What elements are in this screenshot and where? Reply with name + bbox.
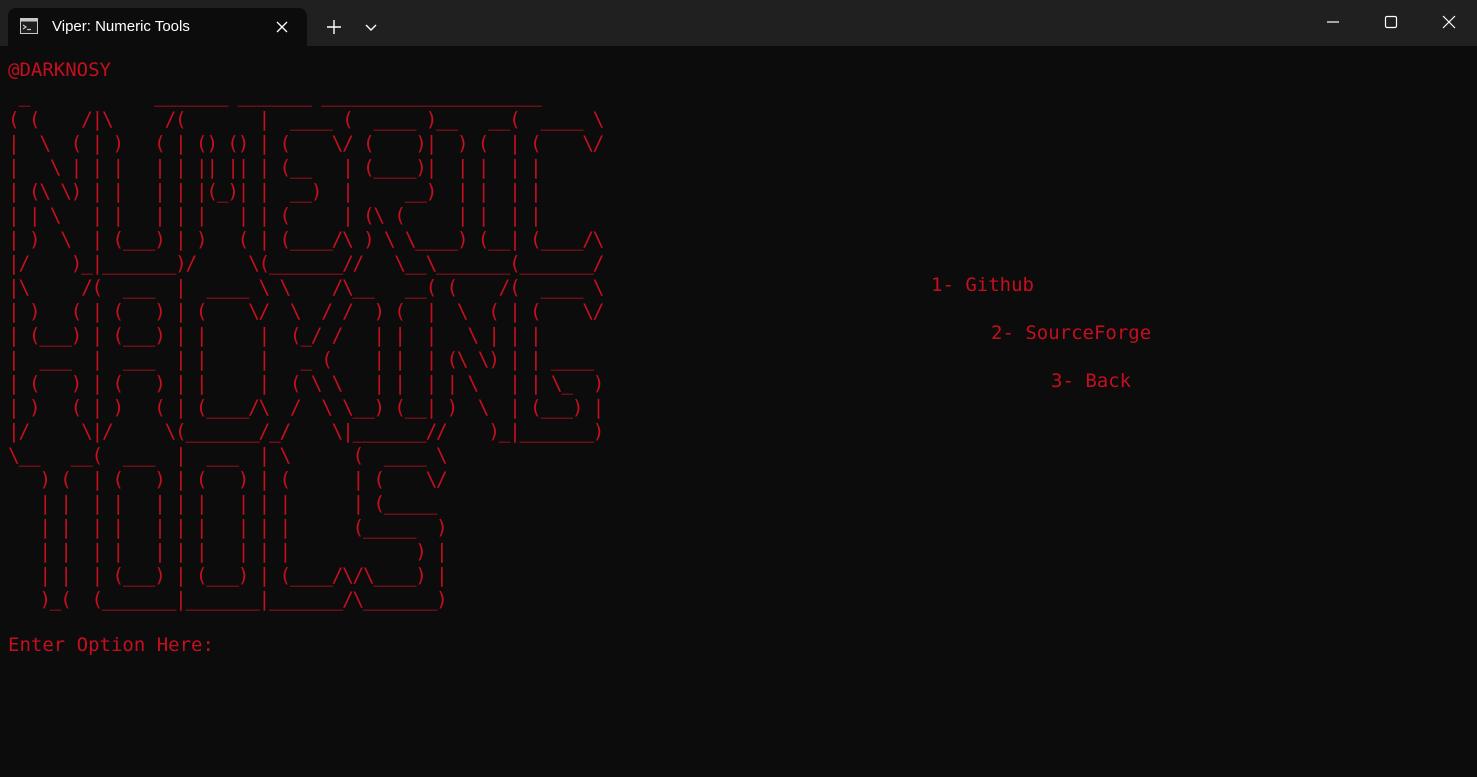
tab-close-icon[interactable] [274, 19, 290, 35]
tab-active[interactable]: Viper: Numeric Tools [8, 8, 307, 46]
input-prompt: Enter Option Here: [8, 634, 214, 656]
title-bar: Viper: Numeric Tools [0, 0, 1477, 46]
tab-title: Viper: Numeric Tools [52, 18, 190, 35]
terminal-output[interactable]: @DARKNOSY _ _______ _______ ____________… [0, 46, 1477, 777]
maximize-icon [1384, 15, 1398, 29]
menu-option-github[interactable]: 1- Github [931, 273, 1034, 297]
ascii-art-banner: _ _______ _______ _____________________ … [8, 84, 604, 611]
chevron-down-icon[interactable] [358, 13, 384, 41]
menu-option-sourceforge[interactable]: 2- SourceForge [991, 321, 1151, 345]
menu-option-back[interactable]: 3- Back [1051, 369, 1131, 393]
minimize-button[interactable] [1304, 0, 1362, 44]
minimize-icon [1327, 21, 1339, 23]
maximize-button[interactable] [1362, 0, 1420, 44]
close-window-button[interactable] [1420, 0, 1477, 44]
terminal-window: Viper: Numeric Tools @DARKNOSY _ _______… [0, 0, 1477, 777]
close-icon [1442, 15, 1456, 29]
terminal-icon [20, 18, 38, 34]
option-input[interactable] [230, 633, 830, 657]
new-tab-plus-icon[interactable] [320, 13, 348, 41]
author-handle: @DARKNOSY [8, 59, 111, 81]
